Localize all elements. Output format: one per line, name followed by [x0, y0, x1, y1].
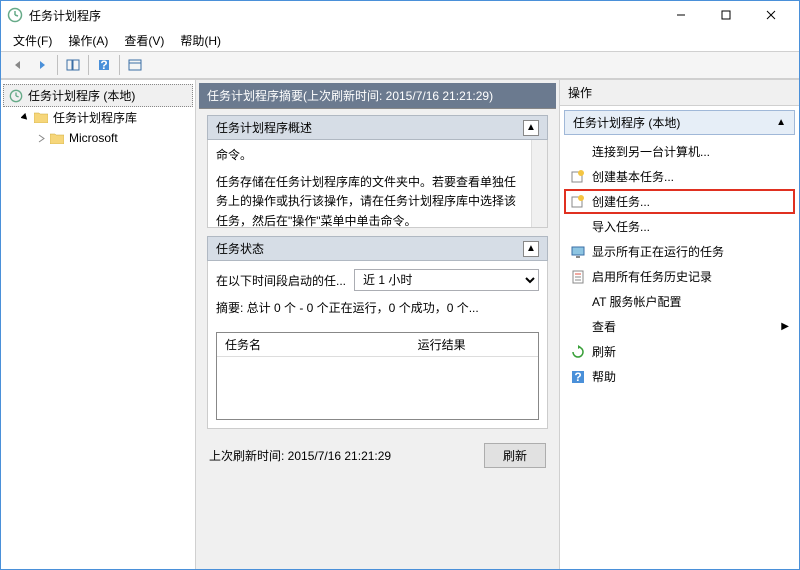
action-import[interactable]: 导入任务... — [564, 214, 795, 239]
help-toolbar-button[interactable]: ? — [93, 54, 115, 76]
center-header: 任务计划程序摘要(上次刷新时间: 2015/7/16 21:21:29) — [199, 83, 556, 109]
maximize-button[interactable] — [703, 1, 748, 29]
task-icon — [570, 194, 586, 210]
overview-title: 任务计划程序概述 — [216, 119, 312, 136]
task-wizard-icon — [570, 169, 586, 185]
menu-view[interactable]: 查看(V) — [116, 30, 172, 51]
status-title: 任务状态 — [216, 240, 264, 257]
actions-subheader[interactable]: 任务计划程序 (本地) ▲ — [564, 110, 795, 135]
action-list: 连接到另一台计算机... 创建基本任务... 创建任务... 导入任务... 显 — [560, 139, 799, 389]
expander-icon[interactable] — [19, 112, 31, 124]
action-enable-history-label: 启用所有任务历史记录 — [592, 268, 712, 285]
toolbar-separator — [88, 55, 89, 75]
close-button[interactable] — [748, 1, 793, 29]
action-import-label: 导入任务... — [592, 218, 650, 235]
show-hide-tree-button[interactable] — [62, 54, 84, 76]
action-create-basic[interactable]: 创建基本任务... — [564, 164, 795, 189]
chevron-up-icon: ▲ — [776, 117, 786, 128]
action-at-config[interactable]: AT 服务帐户配置 — [564, 289, 795, 314]
clock-icon — [8, 88, 24, 104]
action-create-task-label: 创建任务... — [592, 193, 650, 210]
svg-text:?: ? — [100, 58, 107, 72]
tree-library-label: 任务计划程序库 — [53, 109, 137, 126]
period-select[interactable]: 近 1 小时 — [354, 269, 539, 291]
period-row: 在以下时间段启动的任... 近 1 小时 — [216, 269, 539, 291]
task-list-header: 任务名 运行结果 — [217, 333, 538, 357]
tree-library[interactable]: 任务计划程序库 — [3, 107, 193, 128]
overview-line1: 命令。 — [216, 146, 521, 165]
toolbar-separator — [57, 55, 58, 75]
folder-icon — [49, 130, 65, 146]
tree-root[interactable]: 任务计划程序 (本地) — [3, 84, 193, 107]
action-connect-label: 连接到另一台计算机... — [592, 143, 710, 160]
forward-button[interactable] — [31, 54, 53, 76]
tree-root-label: 任务计划程序 (本地) — [28, 87, 135, 104]
refresh-button[interactable]: 刷新 — [484, 443, 546, 468]
toolbar: ? — [1, 51, 799, 79]
action-view-label: 查看 — [592, 318, 616, 335]
menu-help[interactable]: 帮助(H) — [172, 30, 229, 51]
action-view[interactable]: 查看 ▶ — [564, 314, 795, 339]
menubar: 文件(F) 操作(A) 查看(V) 帮助(H) — [1, 29, 799, 51]
tree-pane: 任务计划程序 (本地) 任务计划程序库 Microsoft — [1, 80, 196, 569]
center-pane: 任务计划程序摘要(上次刷新时间: 2015/7/16 21:21:29) 任务计… — [196, 80, 559, 569]
window-controls — [658, 1, 793, 29]
folder-icon — [33, 110, 49, 126]
display-icon — [570, 244, 586, 260]
action-refresh-label: 刷新 — [592, 343, 616, 360]
titlebar: 任务计划程序 — [1, 1, 799, 29]
status-section: 任务状态 ▲ 在以下时间段启动的任... 近 1 小时 摘要: 总计 0 个 -… — [207, 236, 548, 429]
actions-header: 操作 — [560, 80, 799, 106]
overview-section: 任务计划程序概述 ▲ 命令。 任务存储在任务计划程序库的文件夹中。若要查看单独任… — [207, 115, 548, 228]
action-create-task[interactable]: 创建任务... — [564, 189, 795, 214]
task-list: 任务名 运行结果 — [216, 332, 539, 420]
action-enable-history[interactable]: 启用所有任务历史记录 — [564, 264, 795, 289]
action-help[interactable]: ? 帮助 — [564, 364, 795, 389]
status-panel: 在以下时间段启动的任... 近 1 小时 摘要: 总计 0 个 - 0 个正在运… — [207, 261, 548, 429]
history-icon — [570, 269, 586, 285]
tree-microsoft-label: Microsoft — [69, 131, 118, 145]
action-at-config-label: AT 服务帐户配置 — [592, 293, 682, 310]
center-body: 任务计划程序概述 ▲ 命令。 任务存储在任务计划程序库的文件夹中。若要查看单独任… — [199, 109, 556, 566]
refresh-icon — [570, 344, 586, 360]
tree-microsoft[interactable]: Microsoft — [3, 128, 193, 148]
action-refresh[interactable]: 刷新 — [564, 339, 795, 364]
back-button[interactable] — [7, 54, 29, 76]
center-footer: 上次刷新时间: 2015/7/16 21:21:29 刷新 — [207, 437, 548, 470]
status-section-header: 任务状态 ▲ — [207, 236, 548, 261]
actions-pane: 操作 任务计划程序 (本地) ▲ 连接到另一台计算机... 创建基本任务... … — [559, 80, 799, 569]
collapse-button[interactable]: ▲ — [523, 120, 539, 136]
period-label: 在以下时间段启动的任... — [216, 272, 346, 289]
menu-action[interactable]: 操作(A) — [60, 30, 116, 51]
menu-file[interactable]: 文件(F) — [5, 30, 60, 51]
col-result[interactable]: 运行结果 — [410, 333, 474, 356]
actions-subheader-text: 任务计划程序 (本地) — [573, 114, 680, 131]
action-show-running[interactable]: 显示所有正在运行的任务 — [564, 239, 795, 264]
panel-toggle-button[interactable] — [124, 54, 146, 76]
help-icon: ? — [570, 369, 586, 385]
overview-text-panel: 命令。 任务存储在任务计划程序库的文件夹中。若要查看单独任务上的操作或执行该操作… — [207, 140, 548, 228]
overview-section-header: 任务计划程序概述 ▲ — [207, 115, 548, 140]
action-create-basic-label: 创建基本任务... — [592, 168, 674, 185]
action-show-running-label: 显示所有正在运行的任务 — [592, 243, 724, 260]
svg-text:?: ? — [574, 370, 581, 384]
overview-text: 任务存储在任务计划程序库的文件夹中。若要查看单独任务上的操作或执行该操作，请在任… — [216, 173, 521, 228]
action-help-label: 帮助 — [592, 368, 616, 385]
content-area: 任务计划程序 (本地) 任务计划程序库 Microsoft 任务计划程序摘要(上… — [1, 79, 799, 569]
toolbar-separator — [119, 55, 120, 75]
minimize-button[interactable] — [658, 1, 703, 29]
col-task-name[interactable]: 任务名 — [217, 333, 410, 356]
action-connect[interactable]: 连接到另一台计算机... — [564, 139, 795, 164]
status-summary: 摘要: 总计 0 个 - 0 个正在运行，0 个成功，0 个... — [216, 299, 539, 316]
last-refresh-text: 上次刷新时间: 2015/7/16 21:21:29 — [209, 447, 391, 464]
collapse-button[interactable]: ▲ — [523, 241, 539, 257]
chevron-right-icon: ▶ — [781, 321, 789, 332]
app-icon — [7, 7, 23, 23]
scrollbar[interactable] — [531, 140, 547, 227]
window-title: 任务计划程序 — [29, 7, 658, 24]
expander-icon[interactable] — [35, 132, 47, 144]
app-window: 任务计划程序 文件(F) 操作(A) 查看(V) 帮助(H) ? 任务计划程序 … — [0, 0, 800, 570]
